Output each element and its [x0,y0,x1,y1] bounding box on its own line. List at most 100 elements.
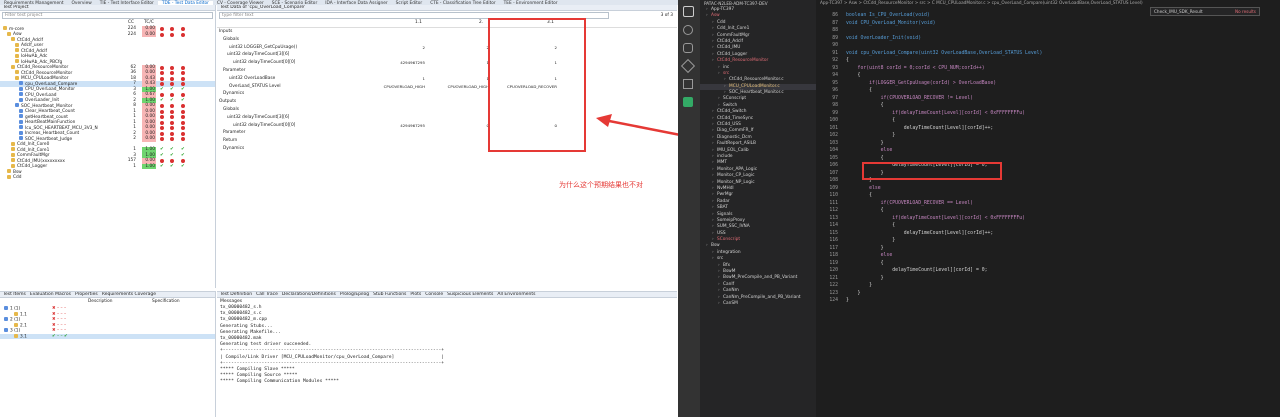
explorer-item-label: CanIf [723,281,735,287]
code-line[interactable]: 87 void CPU_OverLoad_Monitor(void) [816,20,1042,28]
bottom-left-tab[interactable]: Requirements Coverage [102,292,156,297]
explorer-item-label: Diagnostic_Dcm [717,134,752,140]
code-line[interactable]: 104 else [816,147,1042,155]
explorer-item-label: Switch [723,102,738,108]
find-input[interactable]: Check_IMU_SDK_Result [1154,9,1203,14]
explorer-icon[interactable] [683,6,694,17]
code-line[interactable]: 122 } [816,282,1042,290]
console-tab[interactable]: Call Trace [256,292,278,297]
explorer-tree[interactable]: › App-TC397 › Asw › Cdd › Cdd_Init_Core1 › CommFa… [700,7,816,307]
search-icon[interactable] [683,25,693,35]
code-line[interactable]: 117 } [816,245,1042,253]
line-number: 92 [832,58,838,63]
line-number: 122 [829,283,838,288]
extensions-icon[interactable] [683,79,693,89]
code-line[interactable]: 98 { [816,102,1042,110]
code-text: { [846,155,884,161]
code-line[interactable]: 92 { [816,57,1042,65]
test-items-list[interactable]: 1 (1) ✖ – – –1.1 ✖ – – –2 (1) ✖ – – –2.1 ✖ –… [0,306,215,339]
test-item-row[interactable]: 3.1 ✔ – – ✔ [0,333,215,339]
console-tab[interactable]: Prolog/Epilog [340,292,369,297]
code-text: { [846,88,872,93]
code-text: { [846,193,872,198]
explorer-item-label: Asw [711,13,720,19]
code-line[interactable]: 105 { [816,155,1042,163]
explorer-item-label: integration [717,249,741,255]
console-tab[interactable]: Declarations/Definitions [282,292,336,297]
code-text: { [846,260,884,266]
code-line[interactable]: 111 if(CPUOVERLOAD_RECOVER == Level) [816,200,1042,208]
code-line[interactable]: 120 delayTimeCount[Level][corId] = 0; [816,267,1042,275]
line-number: 97 [832,95,838,101]
console-tab[interactable]: Plots [410,292,421,297]
test-item-name: 3.1 [20,334,27,339]
code-line[interactable]: 86 boolean Is_CPU_OverLoad(void) [816,12,1042,20]
run-debug-icon[interactable] [680,58,696,74]
code-line[interactable]: 116 } [816,237,1042,245]
remote-icon[interactable] [683,97,693,107]
explorer-item-label: CtCdd_Logger [717,51,748,57]
code-line[interactable]: 89 void OverLoader_Init(void) [816,35,1042,43]
line-number: 121 [829,275,838,281]
source-control-icon[interactable] [683,43,693,53]
console-tab[interactable]: Test Definition [220,292,252,297]
explorer-item-label: Monitor_NP_Logic [717,179,755,185]
code-line[interactable]: 118 else [816,252,1042,260]
line-number: 90 [832,43,838,48]
code-line[interactable]: 124} [816,297,1042,305]
code-line[interactable]: 97 if(CPUOVERLOAD_RECOVER != Level) [816,95,1042,103]
code-line[interactable]: 88 [816,27,1042,35]
explorer-item-label: SConscript [723,96,747,102]
line-number: 104 [829,148,838,153]
console-tab[interactable]: Suspicious Elements [447,292,493,297]
test-item-status: ✔ – – ✔ [52,333,68,339]
code-line[interactable]: 99 if(delayTimeCount[Level][corId] < 0xF… [816,110,1042,118]
code-line[interactable]: 121 } [816,275,1042,283]
code-text: } [846,133,896,138]
line-number: 99 [832,110,838,116]
explorer-sidebar: PATAC-N2LEB-ADM-TC397-DEV › App-TC397 › Asw… [700,0,816,417]
code-line[interactable]: 100 { [816,117,1042,125]
code-line[interactable]: 102 } [816,132,1042,140]
bottom-left-tab[interactable]: Properties [75,292,98,297]
test-case-icon [4,306,8,310]
code-line[interactable]: 112 { [816,207,1042,215]
code-line[interactable]: 91 void cpu_OverLoad_Compare(uint32 OverL… [816,50,1042,58]
code-line[interactable]: 114 { [816,222,1042,230]
code-line[interactable]: 90 [816,42,1042,50]
code-text: } [846,245,884,251]
explorer-item-label: CanSM [723,300,738,306]
code-line[interactable]: 110 { [816,192,1042,200]
explorer-item-label: src [723,70,730,76]
explorer-item-label: Monitor_APA_Logic [717,166,758,172]
code-line[interactable]: 115 delayTimeCount[Level][corId]++; [816,230,1042,238]
explorer-item-label: CommFaultMgr [717,32,750,38]
code-line[interactable]: 109 else [816,185,1042,193]
explorer-item[interactable]: › CanSM [700,301,816,307]
code-line[interactable]: 119 { [816,260,1042,268]
explorer-item-label: PwrMgr [717,192,734,198]
bottom-left-tab[interactable]: Test Items [3,292,26,297]
code-line[interactable]: 123 } [816,290,1042,298]
console-tab[interactable]: All Environments [497,292,535,297]
code-line[interactable]: 94 { [816,72,1042,80]
code-lines[interactable]: 86 boolean Is_CPU_OverLoad(void) 87 void CP… [816,12,1042,305]
console-tab[interactable]: Console [425,292,443,297]
code-line[interactable]: 93 for(uint8 corId = 0;corId < CPU_NUM;c… [816,65,1042,73]
breadcrumb[interactable]: App-TC397 > Asw > CtCdd_ResourceMonitor … [816,0,1280,6]
code-line[interactable]: 103 } [816,140,1042,148]
explorer-item-label: Monitor_CP_Logic [717,173,755,179]
code-line[interactable]: 101 delayTimeCount[Level][corId]++; [816,125,1042,133]
test-case-icon [14,322,18,327]
explorer-item-label: Cdd_Init_Core1 [717,26,750,32]
code-line[interactable]: 96 { [816,87,1042,95]
explorer-item-label: MCU_CPULoadMonitor.c [729,83,780,89]
console-tab[interactable]: Stub Functions [373,292,406,297]
find-widget[interactable]: Check_IMU_SDK_Result No results [1150,7,1260,16]
bottom-left-tab[interactable]: Evaluation Macros [30,292,71,297]
line-number: 86 [832,13,838,18]
code-line[interactable]: 95 if(LOGGER_GetCpuUsage(corId) > OverLo… [816,80,1042,88]
code-text: } [846,290,861,296]
code-line[interactable]: 113 if(delayTimeCount[Level][corId] < 0x… [816,215,1042,223]
code-text: } [846,140,884,146]
